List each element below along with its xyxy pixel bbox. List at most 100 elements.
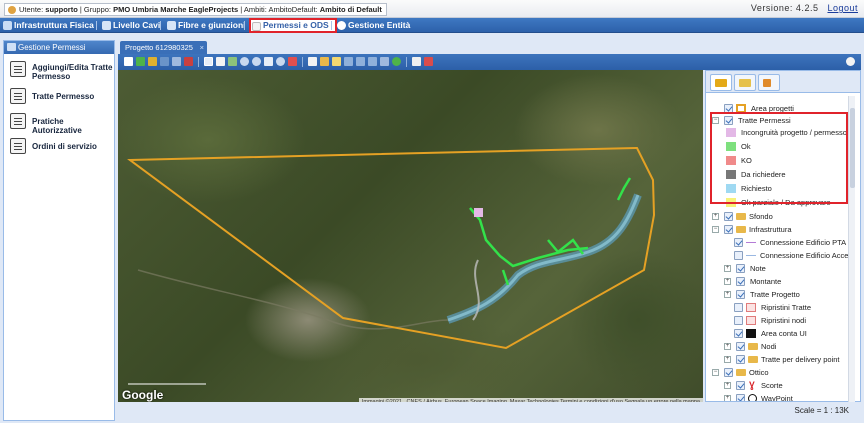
- gear-icon: [337, 21, 346, 30]
- panel-title: Gestione Permessi: [18, 43, 86, 52]
- tab-edit[interactable]: [758, 74, 780, 91]
- layer-checkbox[interactable]: [736, 264, 745, 273]
- settings-icon[interactable]: [846, 57, 855, 66]
- layer-checkbox[interactable]: [734, 251, 743, 260]
- expand-icon[interactable]: +: [724, 291, 731, 298]
- status-bar: Scale = 1 : 13K: [118, 402, 861, 420]
- layer-checkbox[interactable]: [736, 394, 745, 401]
- layer-checkbox[interactable]: [736, 355, 745, 364]
- zoom-extent-icon[interactable]: [264, 57, 273, 66]
- layer-checkbox[interactable]: [736, 342, 745, 351]
- tab-layers[interactable]: [710, 74, 732, 91]
- document-edit-icon: [10, 138, 26, 154]
- ambiti-label: Ambiti:: [243, 5, 267, 14]
- expand-icon[interactable]: +: [724, 278, 731, 285]
- nav-aggiungi-edita-tratte[interactable]: Aggiungi/Edita Tratte Permesso: [10, 61, 114, 83]
- draw-icon[interactable]: [368, 57, 377, 66]
- layer-checkbox[interactable]: [736, 277, 745, 286]
- expand-icon[interactable]: +: [724, 343, 731, 350]
- menu-permessi-ods[interactable]: Permessi e ODS: [249, 18, 337, 33]
- nav-ordini-servizio[interactable]: Ordini di servizio: [10, 138, 114, 156]
- tab-progetto[interactable]: Progetto 612980325 ×: [120, 41, 207, 54]
- layer-label: Connessione Edificio PTA: [760, 238, 847, 247]
- group-label: Gruppo:: [83, 5, 112, 14]
- edit-route-icon: [10, 61, 26, 77]
- grid-icon[interactable]: [216, 57, 225, 66]
- layers-scrollbar[interactable]: [848, 96, 855, 402]
- line-icon[interactable]: [344, 57, 353, 66]
- zoom-out-icon[interactable]: [252, 57, 261, 66]
- collapse-icon[interactable]: −: [712, 226, 719, 233]
- line-swatch: [746, 255, 756, 256]
- layer-icon[interactable]: [148, 57, 157, 66]
- layer-checkbox[interactable]: [734, 329, 743, 338]
- split-icon[interactable]: [172, 57, 181, 66]
- menu-infrastruttura-fisica[interactable]: Infrastruttura Fisica: [2, 19, 94, 32]
- route-icon[interactable]: [136, 57, 145, 66]
- tab-legend[interactable]: [734, 74, 756, 91]
- folder-icon: [736, 369, 746, 376]
- layer-checkbox[interactable]: [736, 290, 745, 299]
- layer-label: Scorte: [761, 381, 783, 390]
- select-icon[interactable]: [204, 57, 213, 66]
- expand-icon[interactable]: +: [724, 382, 731, 389]
- collapse-icon[interactable]: −: [712, 369, 719, 376]
- app-root: Utente: supporto | Gruppo: PMO Umbria Ma…: [0, 0, 864, 423]
- layers-tabs: [706, 71, 860, 93]
- document-edit-icon: [10, 113, 26, 129]
- folder-icon: [736, 213, 746, 220]
- toolbar-separator: [406, 57, 407, 67]
- zoom-in-icon[interactable]: [240, 57, 249, 66]
- map-view[interactable]: Google Immagini ©2021 , CNES / Airbus, E…: [118, 70, 703, 406]
- expand-icon[interactable]: +: [712, 213, 719, 220]
- pencil-icon: [763, 79, 771, 87]
- layer-checkbox[interactable]: [736, 381, 745, 390]
- pin-icon[interactable]: [288, 57, 297, 66]
- user-name: supporto: [45, 5, 78, 14]
- expand-icon[interactable]: +: [724, 265, 731, 272]
- close-icon[interactable]: ×: [200, 41, 204, 54]
- zoom-window-icon[interactable]: [276, 57, 285, 66]
- delete-icon[interactable]: [184, 57, 193, 66]
- folder-icon: [748, 356, 758, 363]
- expand-icon[interactable]: +: [724, 395, 731, 401]
- node-icon[interactable]: [160, 57, 169, 66]
- print-icon[interactable]: [412, 57, 421, 66]
- ruler-icon[interactable]: [332, 57, 341, 66]
- menu-label: Permessi e ODS: [263, 20, 329, 30]
- network-icon: [3, 21, 12, 30]
- layer-checkbox[interactable]: [724, 225, 733, 234]
- pointer-icon[interactable]: [124, 57, 133, 66]
- waypoint-icon: [748, 394, 757, 401]
- layers-icon: [715, 79, 727, 87]
- legend-icon: [739, 79, 751, 87]
- logout-link[interactable]: Logout: [827, 3, 858, 13]
- layer-checkbox[interactable]: [734, 303, 743, 312]
- layer-label: Sfondo: [749, 212, 773, 221]
- document-icon: [252, 22, 261, 31]
- map-icon[interactable]: [228, 57, 237, 66]
- globe-icon[interactable]: [392, 57, 401, 66]
- layer-checkbox[interactable]: [734, 238, 743, 247]
- menu-separator: [244, 21, 245, 30]
- pencil-icon[interactable]: [380, 57, 389, 66]
- version-label: Versione: 4.2.5: [750, 3, 819, 13]
- menu-gestione-entita[interactable]: Gestione Entità: [336, 19, 410, 32]
- user-label: Utente:: [19, 5, 44, 14]
- measure-icon[interactable]: [320, 57, 329, 66]
- nav-pratiche-autorizzative[interactable]: Pratiche Autorizzative: [10, 113, 114, 135]
- polygon-icon[interactable]: [356, 57, 365, 66]
- nav-tratte-permesso[interactable]: Tratte Permesso: [10, 88, 114, 106]
- layer-checkbox[interactable]: [734, 316, 743, 325]
- layer-checkbox[interactable]: [724, 368, 733, 377]
- pdf-icon[interactable]: [424, 57, 433, 66]
- layer-checkbox[interactable]: [724, 212, 733, 221]
- scorte-icon: Ɣ: [749, 380, 755, 390]
- menu-fibre-giunzioni[interactable]: Fibre e giunzioni: [166, 19, 246, 32]
- scrollbar-thumb[interactable]: [850, 108, 855, 188]
- menu-livello-cavi[interactable]: Livello Cavi: [101, 19, 160, 32]
- cable-icon: [102, 21, 111, 30]
- info-icon[interactable]: [308, 57, 317, 66]
- version-area: Versione: 4.2.5 Logout: [751, 3, 858, 13]
- expand-icon[interactable]: +: [724, 356, 731, 363]
